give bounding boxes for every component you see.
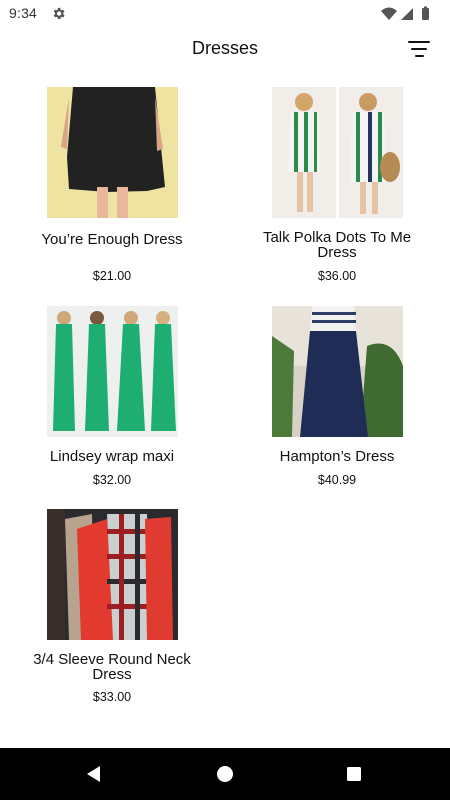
product-image[interactable] <box>47 306 178 437</box>
product-name: Hampton’s Dress <box>279 448 395 465</box>
product-name: 3/4 Sleeve Round Neck Dress <box>33 651 191 683</box>
product-card[interactable]: You’re Enough Dress $21.00 <box>27 87 197 283</box>
filter-button[interactable] <box>404 38 430 60</box>
signal-icon <box>401 8 413 20</box>
product-image[interactable] <box>272 87 403 218</box>
product-card[interactable]: Talk Polka Dots To Me Dress $36.00 <box>252 87 422 283</box>
status-bar: 9:34 <box>0 0 450 26</box>
home-button[interactable] <box>195 748 255 800</box>
product-image[interactable] <box>272 306 403 437</box>
filter-icon <box>408 41 430 43</box>
wifi-icon <box>381 7 397 20</box>
product-card[interactable]: Hampton’s Dress $40.99 <box>252 306 422 487</box>
product-price: $36.00 <box>317 269 357 283</box>
product-price: $21.00 <box>92 269 132 283</box>
app-bar: Dresses <box>0 26 450 72</box>
status-time: 9:34 <box>9 5 38 21</box>
product-image[interactable] <box>47 509 178 640</box>
back-triangle-icon <box>87 766 100 782</box>
system-nav-bar <box>0 748 450 800</box>
product-image[interactable] <box>47 87 178 218</box>
product-card[interactable]: Lindsey wrap maxi $32.00 <box>27 306 197 487</box>
settings-gear-icon <box>53 7 65 20</box>
status-icons <box>381 6 429 20</box>
product-price: $33.00 <box>92 690 132 704</box>
product-card[interactable]: 3/4 Sleeve Round Neck Dress $33.00 <box>27 509 197 709</box>
home-circle-icon <box>217 766 233 782</box>
recents-button[interactable] <box>324 748 384 800</box>
product-price: $40.99 <box>317 473 357 487</box>
product-name: Lindsey wrap maxi <box>49 448 175 465</box>
product-name: You’re Enough Dress <box>41 231 183 248</box>
battery-icon <box>422 8 429 20</box>
page-title: Dresses <box>191 38 258 58</box>
back-button[interactable] <box>64 748 124 800</box>
recents-square-icon <box>347 767 361 781</box>
product-name: Talk Polka Dots To Me Dress <box>262 229 412 261</box>
product-price: $32.00 <box>92 473 132 487</box>
